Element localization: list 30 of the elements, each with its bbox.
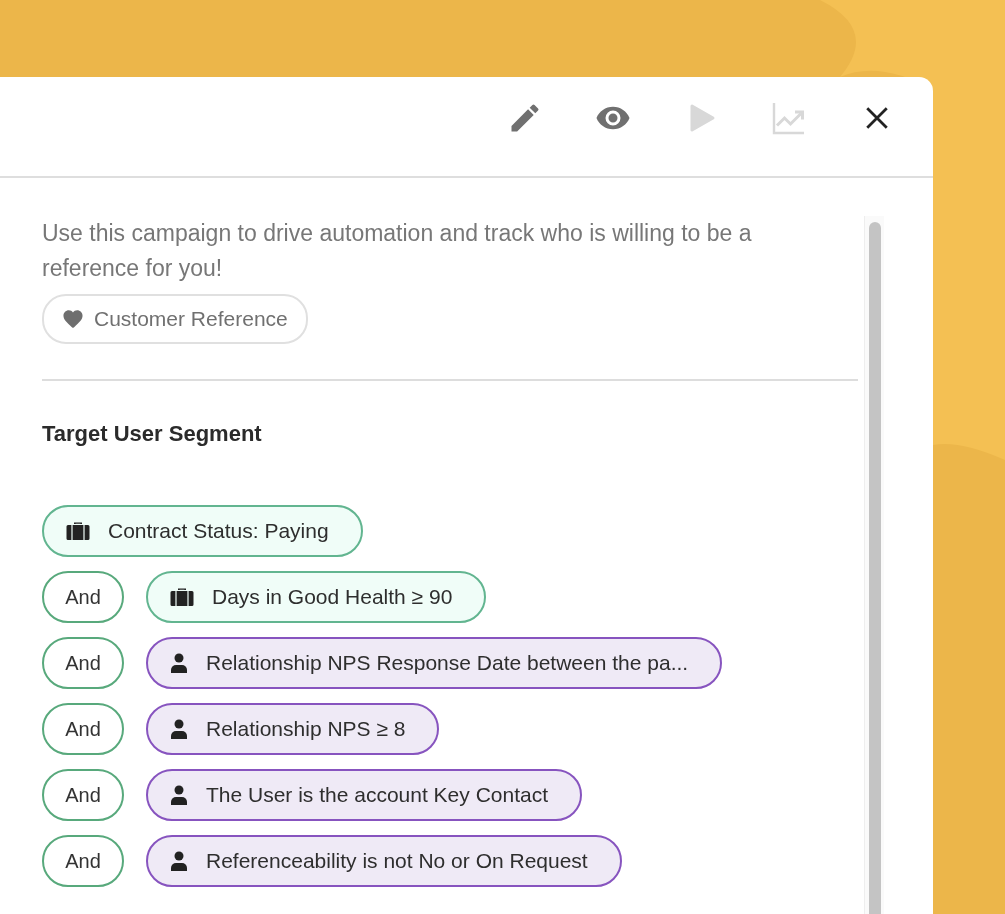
condition-chip[interactable]: Referenceability is not No or On Request <box>146 834 622 887</box>
condition-label: The User is the account Key Contact <box>206 782 548 809</box>
logic-operator[interactable]: And <box>42 702 124 755</box>
logic-operator[interactable]: And <box>42 636 124 689</box>
briefcase-icon <box>170 586 194 607</box>
line-chart-icon <box>771 100 807 136</box>
logic-operator[interactable]: And <box>42 834 124 887</box>
person-icon <box>170 784 188 805</box>
condition-chip[interactable]: Contract Status: Paying <box>42 504 363 557</box>
logic-operator[interactable]: And <box>42 768 124 821</box>
section-heading: Target User Segment <box>42 420 263 447</box>
close-icon <box>864 105 890 131</box>
condition-chip[interactable]: Relationship NPS Response Date between the pa... <box>146 636 723 689</box>
person-icon <box>170 850 188 871</box>
condition-label: Relationship NPS ≥ 8 <box>206 716 406 743</box>
person-icon <box>170 652 188 673</box>
condition-label: Referenceability is not No or On Request <box>206 848 588 875</box>
campaign-description: Use this campaign to drive automation and track who is willing to be a reference for you! <box>42 219 753 283</box>
condition-label: Days in Good Health ≥ 90 <box>212 584 453 611</box>
logic-operator[interactable]: And <box>42 570 124 623</box>
person-icon <box>170 718 188 739</box>
condition-label: Contract Status: Paying <box>108 518 329 545</box>
condition-chip[interactable]: Days in Good Health ≥ 90 <box>146 570 487 623</box>
briefcase-icon <box>66 520 90 541</box>
condition-chip[interactable]: Relationship NPS ≥ 8 <box>146 702 440 755</box>
condition-chip[interactable]: The User is the account Key Contact <box>146 768 582 821</box>
condition-label: Relationship NPS Response Date between the pa... <box>206 650 689 677</box>
heart-icon <box>62 308 84 329</box>
scrollbar[interactable] <box>864 216 884 914</box>
tag-label: Customer Reference <box>94 306 288 332</box>
